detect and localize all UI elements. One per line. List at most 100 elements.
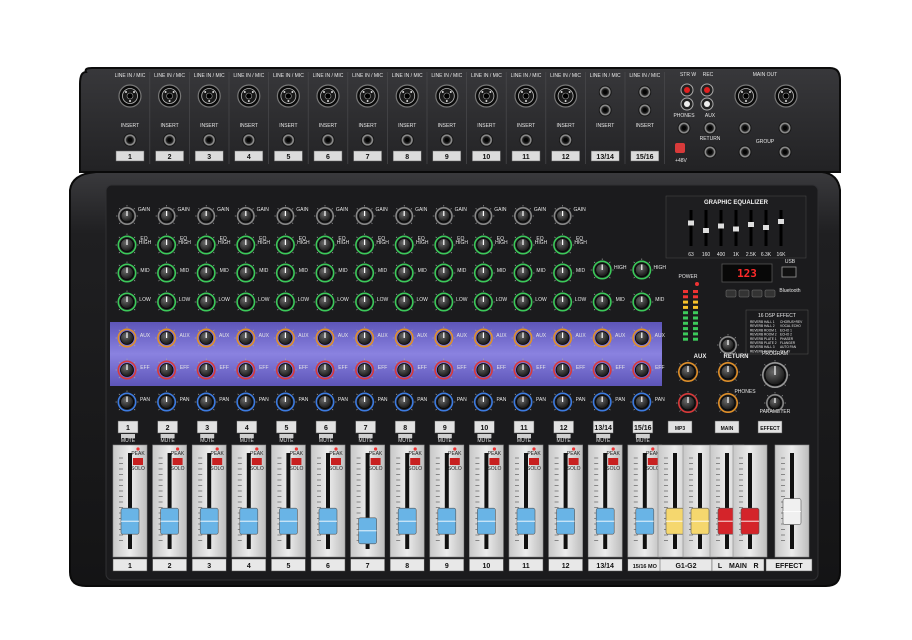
insert-label: INSERT bbox=[160, 123, 178, 129]
xlr-combo-jack-2[interactable] bbox=[158, 84, 182, 108]
solo-button[interactable] bbox=[489, 458, 500, 465]
return-label: RETURN bbox=[700, 136, 721, 142]
insert-jack-9[interactable] bbox=[440, 133, 454, 147]
line-in-mic-label: LINE IN / MIC bbox=[590, 73, 621, 79]
xlr-combo-jack-10[interactable] bbox=[474, 84, 498, 108]
xlr-combo-jack-3[interactable] bbox=[197, 84, 221, 108]
insert-jack-5[interactable] bbox=[281, 133, 295, 147]
solo-button[interactable] bbox=[608, 458, 619, 465]
solo-button[interactable] bbox=[647, 458, 658, 465]
gain-label: GAIN bbox=[375, 207, 388, 213]
solo-button[interactable] bbox=[251, 458, 262, 465]
xlr-combo-jack-6[interactable] bbox=[316, 84, 340, 108]
insert-jack-3[interactable] bbox=[202, 133, 216, 147]
insert-jack-8[interactable] bbox=[400, 133, 414, 147]
solo-button[interactable] bbox=[370, 458, 381, 465]
line-jack-14b[interactable] bbox=[638, 103, 652, 117]
solo-label: SOLO bbox=[487, 466, 501, 472]
level-meter-led-r bbox=[693, 295, 698, 299]
insert-jack-7[interactable] bbox=[360, 133, 375, 147]
insert-jack-10[interactable] bbox=[479, 133, 493, 147]
line-jack-13a[interactable] bbox=[598, 85, 612, 99]
geq-slider-160[interactable] bbox=[703, 228, 709, 233]
mute-label: MUTE bbox=[200, 438, 215, 444]
main-jack-r[interactable] bbox=[778, 121, 792, 135]
insert-jack-1[interactable] bbox=[123, 133, 137, 147]
solo-button[interactable] bbox=[172, 458, 183, 465]
master-button-label: MAIN bbox=[721, 426, 734, 432]
peak-label: PEAK bbox=[527, 451, 541, 457]
geq-slider-63[interactable] bbox=[688, 220, 694, 226]
xlr-combo-jack-1[interactable] bbox=[118, 84, 142, 108]
group-jack-1[interactable] bbox=[738, 145, 752, 159]
usb-port[interactable] bbox=[781, 266, 797, 278]
main-out-xlr-l-pin bbox=[741, 91, 743, 93]
program-label: PROGRAM bbox=[762, 351, 788, 357]
aux-knob-label: AUX bbox=[615, 333, 626, 339]
pan-label: PAN bbox=[576, 397, 586, 403]
transport-button[interactable] bbox=[751, 289, 763, 298]
pan-label: PAN bbox=[417, 397, 427, 403]
input-number: 5 bbox=[286, 154, 290, 161]
aux-jack[interactable] bbox=[703, 121, 717, 135]
transport-button[interactable] bbox=[725, 289, 737, 298]
return-jack[interactable] bbox=[703, 145, 717, 159]
group-jack-2[interactable] bbox=[778, 145, 792, 159]
pan-label: PAN bbox=[259, 397, 269, 403]
insert-jack-4[interactable] bbox=[242, 133, 256, 147]
phones-jack[interactable] bbox=[677, 121, 691, 135]
xlr-combo-jack-5[interactable] bbox=[276, 84, 300, 108]
eff-knob-label: EFF bbox=[259, 365, 268, 371]
low-label: LOW bbox=[337, 297, 349, 303]
main-jack-l[interactable] bbox=[738, 121, 752, 135]
insert-jack-12[interactable] bbox=[558, 133, 573, 147]
mute-label: MUTE bbox=[438, 438, 453, 444]
xlr-combo-jack-11[interactable] bbox=[514, 84, 538, 108]
gain-label: GAIN bbox=[415, 207, 428, 213]
input-number: 12 bbox=[562, 154, 570, 161]
main-out-xlr-l[interactable] bbox=[734, 84, 758, 108]
xlr-combo-jack-12[interactable] bbox=[553, 84, 578, 108]
eq-label: EQ bbox=[299, 236, 306, 242]
solo-button[interactable] bbox=[410, 458, 421, 465]
main-out-xlr-r[interactable] bbox=[774, 84, 798, 108]
xlr-combo-jack-4[interactable] bbox=[237, 84, 261, 108]
insert-jack-11[interactable] bbox=[519, 133, 533, 147]
main-fader-label: MAIN bbox=[729, 563, 747, 570]
solo-button[interactable] bbox=[568, 458, 579, 465]
solo-button[interactable] bbox=[331, 458, 341, 465]
geq-slider-400[interactable] bbox=[718, 223, 724, 229]
insert-jack-6[interactable] bbox=[321, 133, 335, 147]
solo-button[interactable] bbox=[529, 458, 539, 465]
solo-button[interactable] bbox=[449, 458, 460, 465]
geq-slider-1K[interactable] bbox=[733, 226, 739, 232]
line-jack-14a[interactable] bbox=[638, 85, 652, 99]
insert-jack-2[interactable] bbox=[163, 133, 177, 147]
xlr-combo-jack-9[interactable] bbox=[435, 84, 459, 108]
aux-knob-label: AUX bbox=[259, 333, 270, 339]
xlr-combo-jack-7[interactable] bbox=[356, 84, 380, 108]
xlr-combo-jack-8[interactable] bbox=[395, 84, 419, 108]
channel-number: 4 bbox=[245, 425, 249, 432]
eff-knob-label: EFF bbox=[536, 365, 545, 371]
mid-label: MID bbox=[576, 268, 586, 274]
solo-button[interactable] bbox=[212, 458, 223, 465]
geq-slider-2.5K[interactable] bbox=[748, 222, 754, 227]
mute-label: MUTE bbox=[557, 438, 572, 444]
fader-label: 1 bbox=[128, 563, 132, 570]
low-label: LOW bbox=[535, 297, 547, 303]
mid-label: MID bbox=[655, 297, 665, 303]
phantom-switch[interactable] bbox=[675, 143, 685, 153]
rec-label: REC bbox=[703, 72, 714, 78]
bluetooth-label: Bluetooth bbox=[779, 288, 800, 294]
rca-center bbox=[684, 101, 690, 107]
transport-button[interactable] bbox=[764, 289, 776, 298]
transport-button[interactable] bbox=[738, 289, 750, 298]
line-jack-13b[interactable] bbox=[598, 103, 612, 117]
geq-slider-6.3K[interactable] bbox=[763, 225, 769, 230]
solo-button[interactable] bbox=[291, 458, 302, 465]
geq-slider-16K[interactable] bbox=[778, 219, 784, 224]
solo-button[interactable] bbox=[133, 458, 143, 465]
level-meter-led-r bbox=[693, 327, 698, 331]
gain-label: GAIN bbox=[455, 207, 468, 213]
